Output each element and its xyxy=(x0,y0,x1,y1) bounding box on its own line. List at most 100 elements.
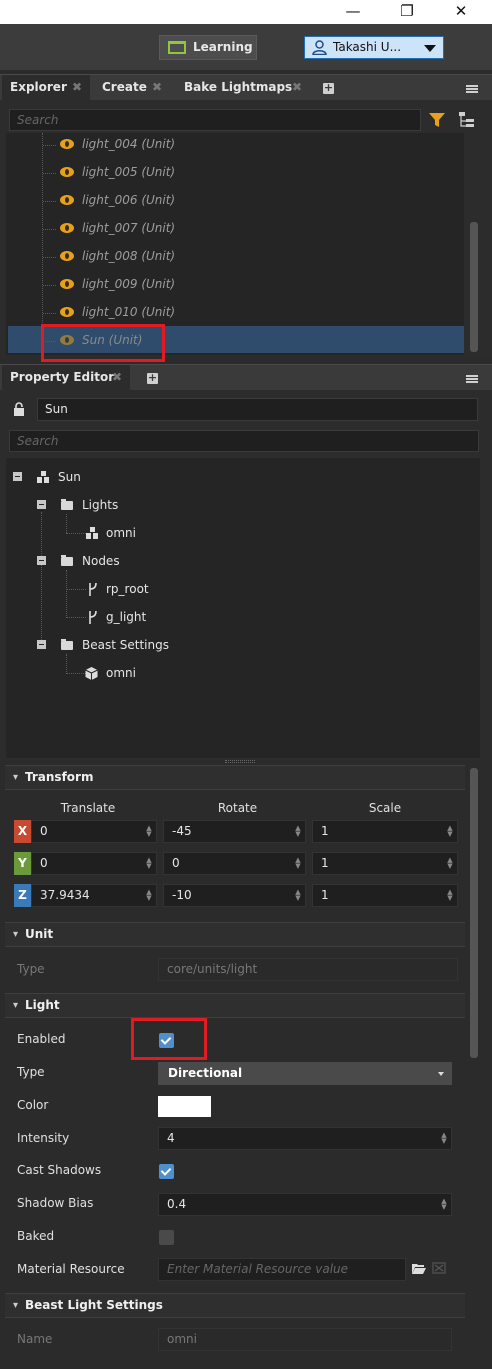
close-tab-icon[interactable]: ✖ xyxy=(112,365,122,390)
spinner-icon[interactable]: ▲ ▼ xyxy=(146,825,152,838)
user-account-dropdown[interactable]: Takashi U... xyxy=(304,36,444,59)
object-name-field[interactable]: Sun xyxy=(37,398,478,421)
translate-y-field[interactable]: 0 ▲ ▼ xyxy=(31,852,157,875)
tree-folder-beast-settings[interactable]: Beast Settings xyxy=(82,635,169,655)
list-item[interactable]: light_005 (Unit) xyxy=(60,162,260,182)
close-tab-icon[interactable]: ✖ xyxy=(292,75,302,100)
translate-x-field[interactable]: 0 ▲ ▼ xyxy=(31,820,157,843)
spinner-icon[interactable]: ▲ ▼ xyxy=(447,857,453,870)
list-item[interactable]: light_007 (Unit) xyxy=(60,218,260,238)
material-resource-input[interactable]: Enter Material Resource value xyxy=(158,1258,406,1281)
scale-x-field[interactable]: 1 ▲ ▼ xyxy=(312,820,458,843)
section-light[interactable]: Light xyxy=(5,993,465,1018)
cast-shadows-checkbox[interactable] xyxy=(159,1164,174,1179)
add-tab-icon[interactable]: + xyxy=(323,82,334,94)
tree-item-beast-omni[interactable]: omni xyxy=(106,663,136,683)
translate-z-value: 37.9434 xyxy=(40,888,90,902)
intensity-field[interactable]: 4 ▲ ▼ xyxy=(158,1127,452,1150)
collapse-icon[interactable] xyxy=(37,640,46,649)
rotate-y-field[interactable]: 0 ▲ ▼ xyxy=(163,852,306,875)
visibility-hidden-icon[interactable] xyxy=(60,223,74,233)
lock-icon[interactable] xyxy=(13,402,25,416)
user-icon xyxy=(312,40,327,55)
shadow-bias-field[interactable]: 0.4 ▲ ▼ xyxy=(158,1193,452,1216)
visibility-hidden-icon[interactable] xyxy=(60,279,74,289)
spinner-icon[interactable]: ▲ ▼ xyxy=(295,825,301,838)
section-transform[interactable]: Transform xyxy=(5,765,465,790)
rotate-x-field[interactable]: -45 ▲ ▼ xyxy=(163,820,306,843)
list-item[interactable]: light_004 (Unit) xyxy=(60,134,260,154)
tree-item-omni-light[interactable]: omni xyxy=(106,523,136,543)
restore-button[interactable]: ❐ xyxy=(384,0,430,24)
filter-icon[interactable] xyxy=(428,111,446,129)
color-swatch[interactable] xyxy=(158,1096,211,1117)
visibility-hidden-icon[interactable] xyxy=(60,251,74,261)
collapse-icon[interactable] xyxy=(37,556,46,565)
axis-z-label: Z xyxy=(14,884,31,907)
panel-menu-icon[interactable] xyxy=(466,85,478,93)
explorer-tabbar: Explorer ✖ Create ✖ Bake Lightmaps ✖ + xyxy=(0,74,492,101)
visibility-hidden-icon[interactable] xyxy=(60,195,74,205)
section-unit[interactable]: Unit xyxy=(5,922,465,947)
tree-branch xyxy=(43,313,56,314)
hierarchy-icon[interactable] xyxy=(457,110,477,130)
close-tab-icon[interactable]: ✖ xyxy=(72,75,82,100)
column-translate: Translate xyxy=(60,801,116,815)
list-item[interactable]: light_006 (Unit) xyxy=(60,190,260,210)
clear-resource-icon[interactable] xyxy=(432,1262,446,1274)
baked-checkbox[interactable] xyxy=(159,1230,174,1245)
property-search-input[interactable]: Search xyxy=(9,430,479,452)
list-item-label: light_005 (Unit) xyxy=(82,165,176,179)
tab-property-editor-label: Property Editor xyxy=(10,370,115,384)
list-item[interactable]: light_008 (Unit) xyxy=(60,246,260,266)
intensity-label: Intensity xyxy=(17,1131,70,1145)
tab-bake-lightmaps[interactable]: Bake Lightmaps ✖ xyxy=(176,75,310,101)
list-item[interactable]: light_010 (Unit) xyxy=(60,302,260,322)
spinner-icon[interactable]: ▲ ▼ xyxy=(146,857,152,870)
properties-scrollbar[interactable] xyxy=(470,768,478,1058)
tree-folder-lights[interactable]: Lights xyxy=(82,495,118,515)
collapse-icon[interactable] xyxy=(13,472,22,481)
translate-y-value: 0 xyxy=(40,856,48,870)
tab-create[interactable]: Create ✖ xyxy=(94,75,170,101)
tree-item-g-light[interactable]: g_light xyxy=(106,607,146,627)
axis-y-label: Y xyxy=(14,852,31,875)
folder-open-icon[interactable] xyxy=(412,1263,426,1274)
scale-y-field[interactable]: 1 ▲ ▼ xyxy=(312,852,458,875)
spinner-icon[interactable]: ▲ ▼ xyxy=(441,1132,447,1145)
learning-button[interactable]: Learning xyxy=(159,35,257,60)
close-tab-icon[interactable]: ✖ xyxy=(152,75,162,100)
rotate-z-value: -10 xyxy=(172,888,192,902)
tab-property-editor[interactable]: Property Editor ✖ xyxy=(2,365,130,391)
translate-z-field[interactable]: 37.9434 ▲ ▼ xyxy=(31,884,157,907)
collapse-icon[interactable] xyxy=(37,500,46,509)
add-tab-icon[interactable]: + xyxy=(147,372,158,384)
minimize-button[interactable]: — xyxy=(330,0,376,24)
section-beast-light-settings[interactable]: Beast Light Settings xyxy=(5,1293,465,1318)
spinner-icon[interactable]: ▲ ▼ xyxy=(447,825,453,838)
panel-splitter-handle[interactable] xyxy=(225,760,255,763)
tree-root-label[interactable]: Sun xyxy=(58,467,81,487)
tree-item-rp-root[interactable]: rp_root xyxy=(106,579,149,599)
visibility-hidden-icon[interactable] xyxy=(60,139,74,149)
explorer-scrollbar[interactable] xyxy=(470,222,478,352)
unit-icon xyxy=(37,471,49,483)
visibility-hidden-icon[interactable] xyxy=(60,167,74,177)
spinner-icon[interactable]: ▲ ▼ xyxy=(447,889,453,902)
close-button[interactable]: ✕ xyxy=(438,0,484,24)
visibility-hidden-icon[interactable] xyxy=(60,307,74,317)
color-label: Color xyxy=(17,1098,49,1112)
explorer-search-input[interactable]: Search xyxy=(9,109,421,131)
cube-icon xyxy=(85,667,98,680)
list-item[interactable]: light_009 (Unit) xyxy=(60,274,260,294)
rotate-z-field[interactable]: -10 ▲ ▼ xyxy=(163,884,306,907)
light-type-dropdown[interactable]: Directional xyxy=(158,1062,452,1085)
tab-explorer[interactable]: Explorer ✖ xyxy=(2,75,90,101)
panel-menu-icon[interactable] xyxy=(466,375,478,383)
spinner-icon[interactable]: ▲ ▼ xyxy=(441,1198,447,1211)
scale-z-field[interactable]: 1 ▲ ▼ xyxy=(312,884,458,907)
spinner-icon[interactable]: ▲ ▼ xyxy=(146,889,152,902)
spinner-icon[interactable]: ▲ ▼ xyxy=(295,889,301,902)
tree-folder-nodes[interactable]: Nodes xyxy=(82,551,120,571)
spinner-icon[interactable]: ▲ ▼ xyxy=(295,857,301,870)
